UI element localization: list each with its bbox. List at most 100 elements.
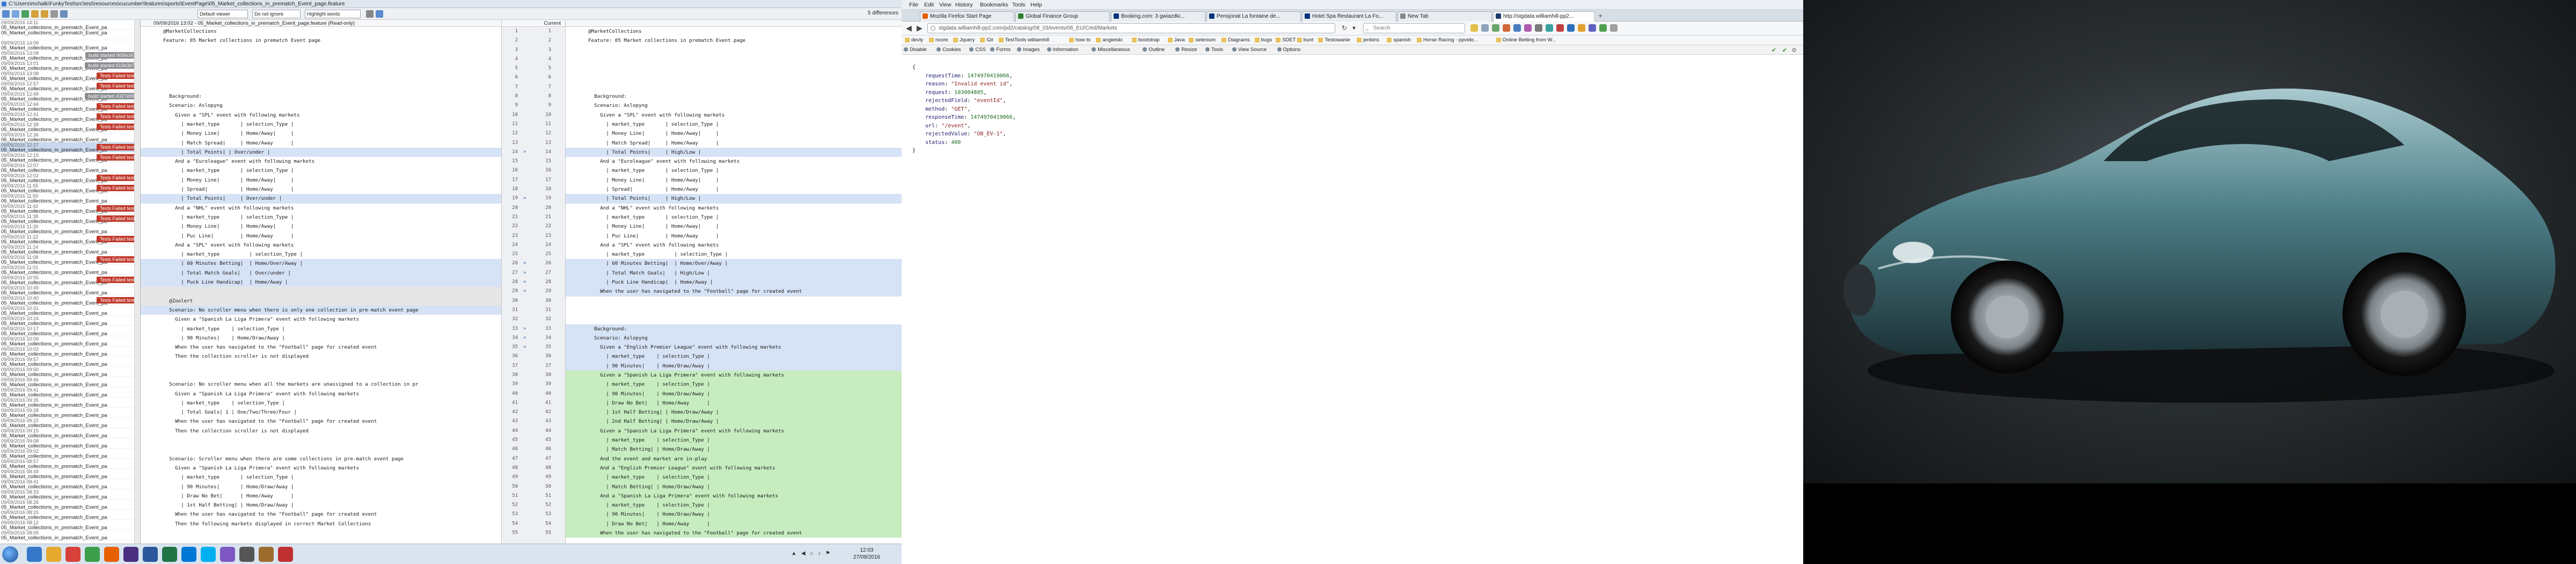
ignore-whitespace-select[interactable]: Do not ignore: [252, 10, 301, 18]
history-revision-item[interactable]: 09/09/2016 11:08 05_Market_collections_in…: [0, 255, 140, 265]
history-revision-item[interactable]: 09/09/2016 11:55 05_Market_collections_in…: [0, 183, 140, 193]
help-icon[interactable]: [376, 10, 383, 18]
history-revision-item[interactable]: 09/09/2016 10:17 05_Market_collections_in…: [0, 326, 140, 336]
history-revision-item[interactable]: 09/09/2016 08:57 05_Market_collections_in…: [0, 459, 140, 469]
merge-arrow-icon[interactable]: »: [523, 324, 526, 334]
bookmark-folder[interactable]: Diagrams: [1221, 37, 1250, 43]
intellij-icon[interactable]: [220, 547, 235, 562]
menu-history[interactable]: History: [955, 2, 973, 8]
history-revision-item[interactable]: 09/09/2016 12:15 05_Market_collections_in…: [0, 153, 140, 163]
chrome-icon[interactable]: [85, 547, 100, 562]
history-revision-item[interactable]: 09/09/2016 12:57 05_Market_collections_in…: [0, 81, 140, 91]
diff-window-titlebar[interactable]: C:\Users\mchalk\FunkyTest\src\test\resou…: [0, 0, 902, 8]
refresh-icon[interactable]: [21, 10, 29, 18]
webdev-menu-item[interactable]: Images: [1017, 47, 1040, 53]
sync-icon[interactable]: [1546, 24, 1553, 32]
history-revision-item[interactable]: 09/09/2016 11:30 05_Market_collections_in…: [0, 224, 140, 234]
menu-file[interactable]: File: [909, 2, 918, 8]
history-revision-item[interactable]: 09/09/2016 09:50 05_Market_collections_in…: [0, 367, 140, 377]
start-button[interactable]: [2, 546, 18, 562]
merge-arrow-icon[interactable]: »: [523, 334, 526, 343]
history-revision-item[interactable]: 09/09/2016 11:14 05_Market_collections_in…: [0, 244, 140, 255]
build-status-badge[interactable]: Tests Failed test: [96, 277, 138, 283]
menu-bookmarks[interactable]: Bookmarks: [980, 2, 1008, 8]
merge-arrow-icon[interactable]: »: [523, 343, 526, 352]
build-status-badge[interactable]: Tests Failed test: [96, 144, 138, 150]
skype-icon[interactable]: [201, 547, 216, 562]
tab-stgdata[interactable]: http://stgdata.williamhill-pp2...: [1493, 11, 1595, 22]
forward-icon[interactable]: [12, 10, 19, 18]
merge-arrow-icon[interactable]: »: [523, 278, 526, 287]
outlook-icon[interactable]: [181, 547, 196, 562]
eclipse-icon[interactable]: [123, 547, 138, 562]
tab-global-finance[interactable]: Global Finance Group: [1015, 11, 1110, 21]
history-revision-item[interactable]: 09/09/2016 13:08 05_Market_collections_in…: [0, 71, 140, 81]
history-revision-item[interactable]: 09/09/2016 08:33 05_Market_collections_in…: [0, 489, 140, 500]
build-status-badge[interactable]: Tests Failed test: [96, 83, 138, 89]
bookmark-star-icon[interactable]: [1470, 24, 1478, 32]
settings-icon[interactable]: [50, 10, 58, 18]
bookmark-folder[interactable]: Git: [980, 37, 993, 43]
search-input[interactable]: ⌕ Search: [1363, 23, 1465, 33]
history-revision-item[interactable]: 09/09/2016 11:01 05_Market_collections_in…: [0, 265, 140, 275]
build-status-badge[interactable]: Tests Failed test: [96, 154, 138, 161]
url-bar[interactable]: stgdata.williamhill-pp2.com/pd2/catalog/…: [927, 23, 1335, 33]
history-revision-item[interactable]: 09/09/2016 12:07 05_Market_collections_in…: [0, 163, 140, 173]
webdev-menu-item[interactable]: Resize: [1175, 47, 1197, 53]
reload-icon[interactable]: ↻: [1342, 24, 1347, 32]
diff-tool-icon[interactable]: [278, 547, 293, 562]
taskbar-clock[interactable]: 12:03 27/09/2016: [853, 547, 880, 561]
dropdown-icon[interactable]: ▾: [1352, 24, 1356, 32]
history-revision-item[interactable]: 09/09/2016 10:09 05_Market_collections_in…: [0, 336, 140, 346]
excel-icon[interactable]: [162, 547, 177, 562]
prev-diff-icon[interactable]: [31, 10, 39, 18]
next-diff-icon[interactable]: [41, 10, 48, 18]
history-revision-item[interactable]: 09/09/2016 08:41 05_Market_collections_in…: [0, 479, 140, 489]
history-revision-item[interactable]: 09/09/2016 12:36 05_Market_collections_in…: [0, 132, 140, 142]
webdev-menu-item[interactable]: Options: [1277, 47, 1300, 53]
pocket-icon[interactable]: [1513, 24, 1521, 32]
build-status-badge[interactable]: build started 619e3b7: [85, 62, 138, 69]
history-revision-item[interactable]: 09/09/2016 09:02 05_Market_collections_in…: [0, 449, 140, 459]
bookmark-folder[interactable]: Horse Racing - ppvide...: [1417, 37, 1478, 43]
build-status-badge[interactable]: Tests Failed test: [96, 297, 138, 303]
menu-tools[interactable]: Tools: [1012, 2, 1026, 8]
merge-arrow-icon[interactable]: »: [523, 269, 526, 278]
history-revision-item[interactable]: 09/09/2016 12:27 05_Market_collections_in…: [0, 142, 140, 153]
build-status-badge[interactable]: build started 4327e59: [85, 93, 138, 99]
menu-edit[interactable]: Edit: [924, 2, 934, 8]
bookmark-folder[interactable]: angielski: [1096, 37, 1122, 43]
history-revision-item[interactable]: 09/09/2016 12:02 05_Market_collections_in…: [0, 173, 140, 183]
build-status-badge[interactable]: Tests Failed test: [96, 185, 138, 191]
history-revision-item[interactable]: 09/09/2016 12:38 05_Market_collections_in…: [0, 122, 140, 132]
history-revision-item[interactable]: 09/09/2016 11:22 05_Market_collections_in…: [0, 234, 140, 244]
history-revision-item[interactable]: 09/09/2016 08:12 05_Market_collections_in…: [0, 520, 140, 530]
reading-list-icon[interactable]: [1481, 24, 1489, 32]
firebug-icon[interactable]: [1578, 24, 1585, 32]
history-scrollbar[interactable]: [134, 20, 140, 544]
history-revision-item[interactable]: 09/09/2016 09:35 05_Market_collections_in…: [0, 397, 140, 408]
settings-icon[interactable]: ⚙: [1791, 47, 1797, 54]
history-revision-item[interactable]: 09/09/2016 11:38 05_Market_collections_in…: [0, 214, 140, 224]
bookmark-folder[interactable]: Online Betting from W...: [1496, 37, 1556, 43]
history-revision-item[interactable]: 09/09/2016 08:05 05_Market_collections_in…: [0, 530, 140, 540]
devtools-icon[interactable]: [1567, 24, 1575, 32]
back-icon[interactable]: [2, 10, 10, 18]
bookmark-folder[interactable]: TestTools williamhill: [998, 37, 1049, 43]
history-revision-item[interactable]: 09/09/2016 12:49 05_Market_collections_in…: [0, 91, 140, 102]
merge-arrow-icon[interactable]: »: [523, 148, 526, 157]
notepad-icon[interactable]: [259, 547, 274, 562]
bookmark-folder[interactable]: bunt: [1297, 37, 1313, 43]
webdev-menu-item[interactable]: View Source: [1232, 47, 1267, 53]
build-status-badge[interactable]: Tests Failed test: [96, 256, 138, 263]
history-revision-item[interactable]: 09/09/2016 10:24 05_Market_collections_in…: [0, 316, 140, 326]
build-status-badge[interactable]: Tests Failed test: [96, 124, 138, 130]
build-status-badge[interactable]: build started 9056c60: [85, 52, 138, 59]
webdev-menu-item[interactable]: Outline: [1143, 47, 1165, 53]
check-ok-icon[interactable]: ✔: [1782, 47, 1787, 54]
json-response-view[interactable]: { requestTime: 1474970419066, reason: "I…: [902, 55, 1803, 564]
history-revision-item[interactable]: 09/09/2016 09:08 05_Market_collections_in…: [0, 438, 140, 449]
merge-arrow-icon[interactable]: »: [523, 194, 526, 203]
history-revision-item[interactable]: 09/09/2016 14:11 05_Market_collections_in…: [0, 20, 140, 30]
bookmark-folder[interactable]: Java: [1167, 37, 1185, 43]
